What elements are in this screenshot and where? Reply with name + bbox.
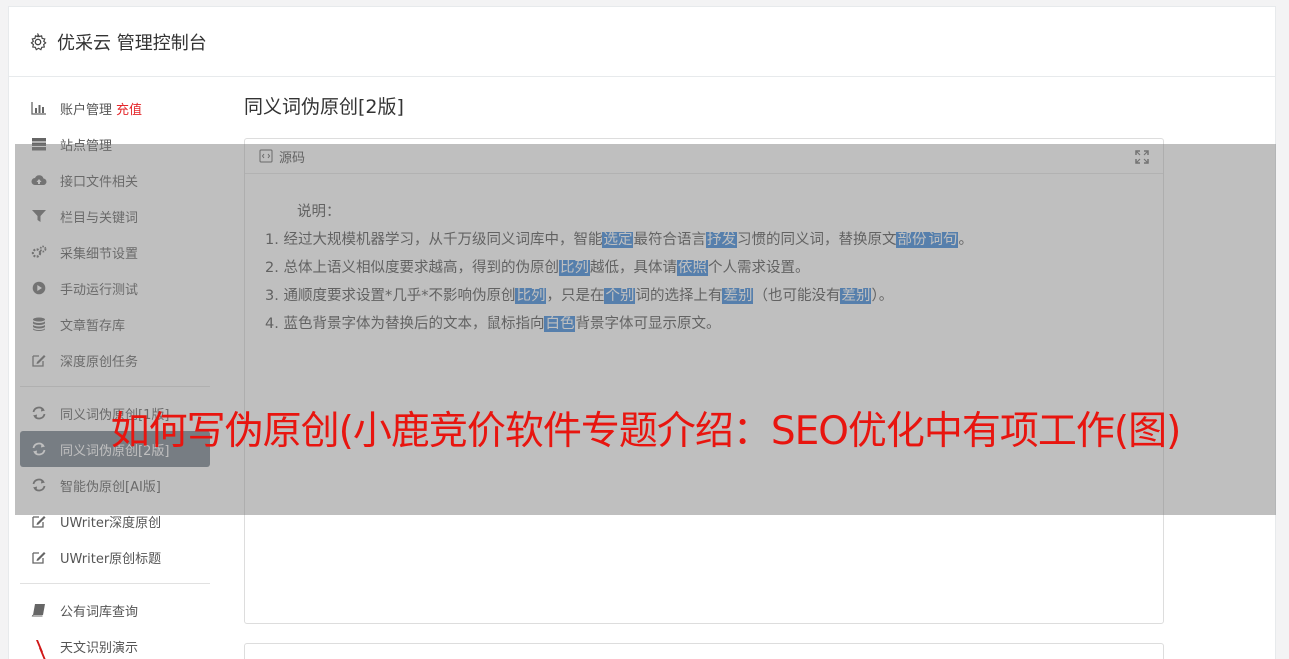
- instructions-heading: 说明：: [297, 204, 341, 220]
- sidebar-item[interactable]: 账户管理 充值: [20, 90, 210, 126]
- instruction-text: （也可能没有: [753, 288, 841, 304]
- red-mark-icon: [39, 648, 46, 659]
- server-icon: [30, 136, 48, 152]
- sidebar-item-label: UWriter深度原创: [60, 515, 162, 531]
- instruction-text: 最符合语言: [633, 232, 706, 248]
- instruction-text: 背景字体可显示原文。: [575, 316, 721, 332]
- sidebar-separator: [20, 386, 210, 387]
- sidebar-item-label: 天文识别演示: [60, 640, 139, 656]
- sidebar-item[interactable]: 采集细节设置: [20, 234, 210, 270]
- replaced-word[interactable]: 词句: [927, 232, 959, 248]
- source-code-icon[interactable]: [259, 149, 273, 163]
- book-icon: [30, 602, 48, 618]
- instruction-line: 2. 总体上语义相似度要求越高，得到的伪原创比列越低，具体请依照个人需求设置。: [265, 254, 1143, 282]
- sidebar-item-label: 公有词库查询: [60, 604, 139, 620]
- sidebar-item[interactable]: 公有词库查询: [20, 592, 210, 628]
- replaced-word[interactable]: 差别: [722, 288, 754, 304]
- sidebar-item-label: UWriter原创标题: [60, 551, 162, 567]
- instruction-line: 1. 经过大规模机器学习，从千万级同义词库中，智能选定最符合语言抒发习惯的同义词…: [265, 226, 1143, 254]
- fullscreen-icon[interactable]: [1135, 150, 1149, 164]
- edit-icon: [30, 549, 48, 565]
- sidebar-item-label: 文章暂存库: [60, 318, 126, 334]
- replaced-word[interactable]: 个别: [604, 288, 636, 304]
- editor-toolbar: 源码: [245, 139, 1163, 174]
- replaced-word[interactable]: 抒发: [705, 232, 737, 248]
- filter-icon: [30, 208, 48, 224]
- replaced-word[interactable]: 部份: [896, 232, 928, 248]
- sidebar-item-label: 智能伪原创[AI版]: [60, 479, 161, 495]
- sidebar-nav: 账户管理 充值站点管理接口文件相关 栏目与关键词 采集细节设置 手动运行测试 文章暂存库深…: [20, 90, 210, 659]
- sidebar-item[interactable]: 手动运行测试: [20, 270, 210, 306]
- instruction-text: 越低，具体请: [589, 260, 677, 276]
- instruction-text: 个人需求设置。: [707, 260, 810, 276]
- sidebar-item[interactable]: UWriter深度原创: [20, 503, 210, 539]
- editor-body[interactable]: 说明： 1. 经过大规模机器学习，从千万级同义词库中，智能选定最符合语言抒发习惯…: [245, 174, 1163, 338]
- source-tab-label[interactable]: 源码: [279, 147, 305, 166]
- overlay-banner: 如何写伪原创(小鹿竞价软件专题介绍：SEO优化中有项工作(图): [110, 409, 1182, 454]
- sidebar-item[interactable]: 深度原创任务: [20, 342, 210, 378]
- gear-icon: [30, 32, 47, 50]
- instruction-text: 1. 经过大规模机器学习，从千万级同义词库中，智能: [265, 232, 603, 248]
- source-editor[interactable]: 源码 说明： 1. 经过大规模机器学习，从千万级同义词库中，智能选定最符合语言抒…: [244, 138, 1164, 624]
- console-header: 优采云 管理控制台: [9, 7, 1275, 77]
- main-content: 同义词伪原创[2版] 源码 说明： 1. 经过大规模机器学习，从千万级同义词库中…: [244, 92, 1164, 624]
- sidebar-item-label: 接口文件相关: [60, 174, 139, 190]
- cloud-upload-icon: [30, 172, 48, 188]
- result-editor[interactable]: [244, 643, 1164, 659]
- instruction-text: 习惯的同义词，替换原文: [736, 232, 897, 248]
- console-title: 优采云 管理控制台: [57, 32, 207, 54]
- sidebar-item-label: 深度原创任务: [60, 354, 139, 370]
- recharge-link[interactable]: 充值: [116, 99, 142, 118]
- play-circle-icon: [30, 280, 48, 296]
- sidebar-item-label: 栏目与关键词: [60, 210, 139, 226]
- replaced-word[interactable]: 选定: [602, 232, 634, 248]
- sidebar-item[interactable]: 文章暂存库: [20, 306, 210, 342]
- sidebar-item[interactable]: 智能伪原创[AI版]: [20, 467, 210, 503]
- sidebar-item-label: 站点管理: [60, 138, 113, 154]
- replaced-word[interactable]: 白色: [544, 316, 576, 332]
- sidebar-item[interactable]: 栏目与关键词: [20, 198, 210, 234]
- sidebar-item-label: 采集细节设置: [60, 246, 139, 262]
- replaced-word[interactable]: 差别: [840, 288, 872, 304]
- sidebar-item[interactable]: UWriter原创标题: [20, 539, 210, 575]
- instruction-line: 4. 蓝色背景字体为替换后的文本，鼠标指向白色背景字体可显示原文。: [265, 310, 1143, 338]
- instruction-text: 。: [958, 232, 973, 248]
- instruction-text: 4. 蓝色背景字体为替换后的文本，鼠标指向: [265, 316, 545, 332]
- page-title: 同义词伪原创[2版]: [244, 96, 404, 118]
- sidebar-item[interactable]: 接口文件相关: [20, 162, 210, 198]
- database-icon: [30, 316, 48, 332]
- sidebar-item-label: 账户管理: [60, 102, 113, 118]
- sidebar-item[interactable]: 站点管理: [20, 126, 210, 162]
- gears-icon: [30, 244, 48, 260]
- sidebar-separator: [20, 583, 210, 584]
- instruction-text: 词的选择上有: [635, 288, 723, 304]
- replaced-word[interactable]: 比列: [558, 260, 590, 276]
- instruction-text: ，只是在: [546, 288, 605, 304]
- bar-chart-icon: [30, 100, 48, 116]
- replaced-word[interactable]: 依照: [676, 260, 708, 276]
- edit-icon: [30, 352, 48, 368]
- instruction-line: 3. 通顺度要求设置*几乎*不影响伪原创比列，只是在个别词的选择上有差别（也可能…: [265, 282, 1143, 310]
- replaced-word[interactable]: 比列: [515, 288, 547, 304]
- sidebar-item-label: 手动运行测试: [60, 282, 139, 298]
- refresh-icon: [30, 477, 48, 493]
- instruction-text: ）。: [871, 288, 894, 304]
- instruction-text: 2. 总体上语义相似度要求越高，得到的伪原创: [265, 260, 559, 276]
- instruction-text: 3. 通顺度要求设置*几乎*不影响伪原创: [265, 288, 516, 304]
- edit-icon: [30, 513, 48, 529]
